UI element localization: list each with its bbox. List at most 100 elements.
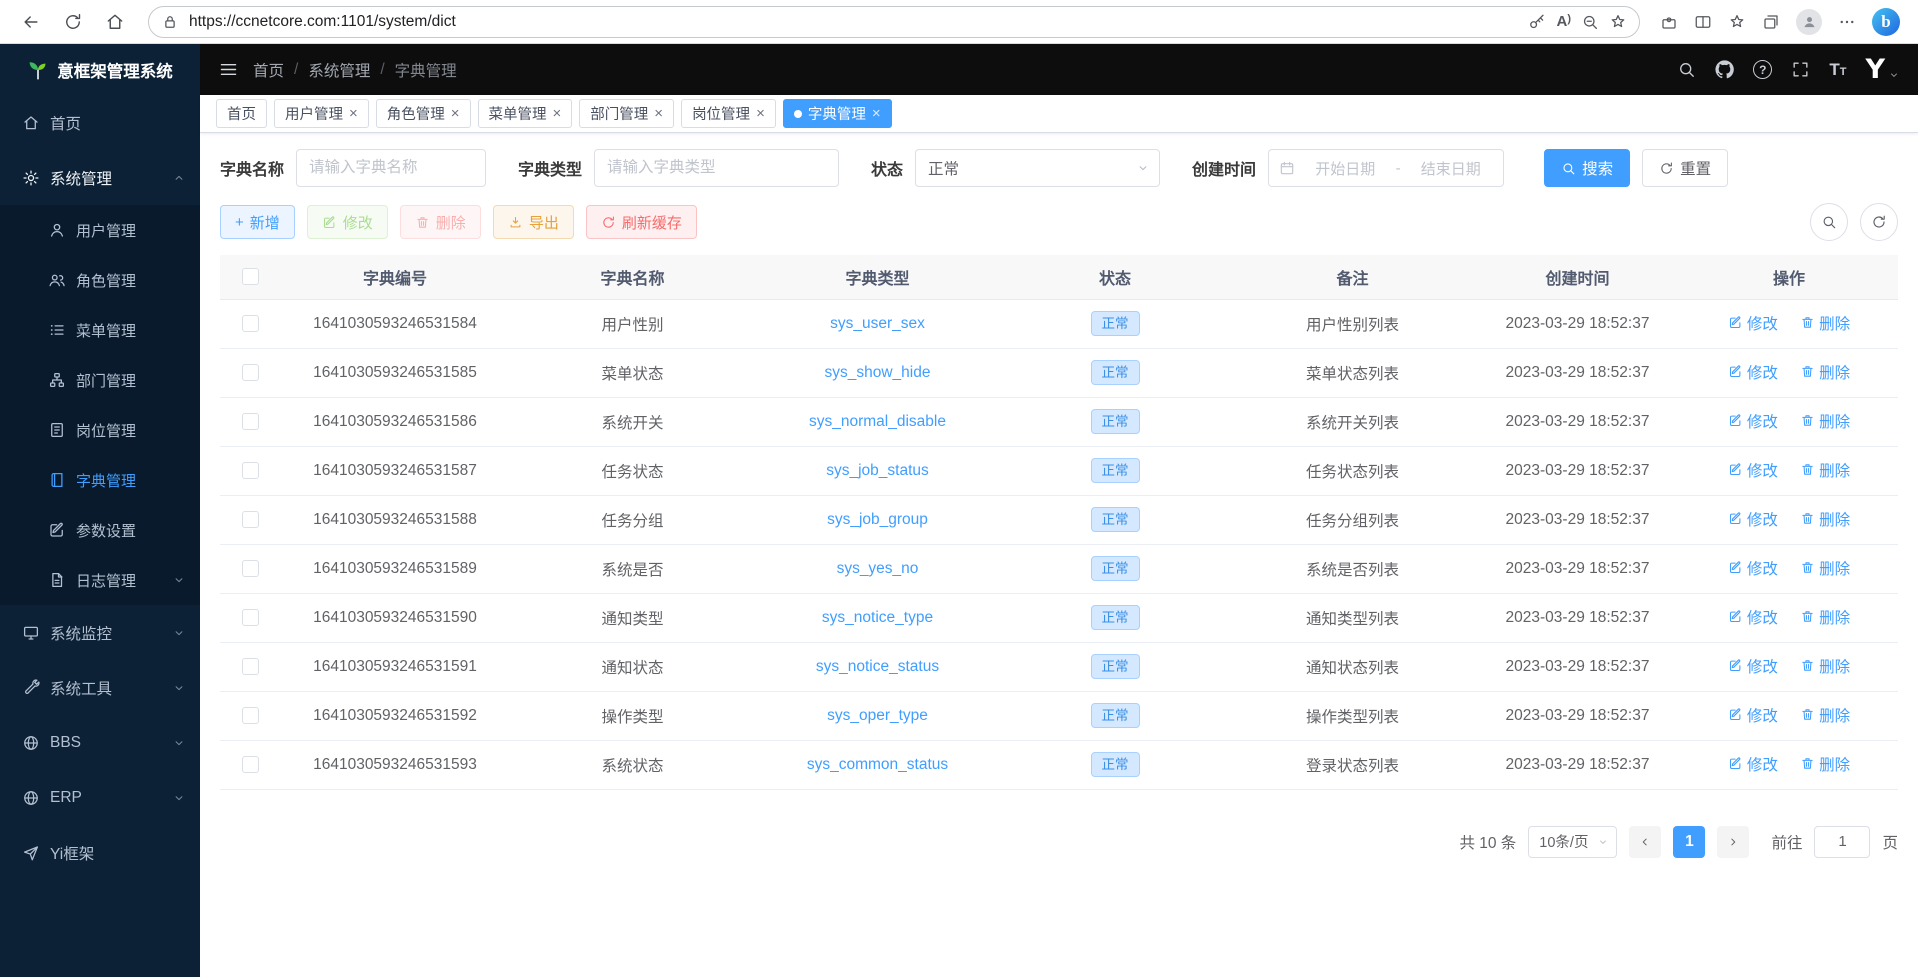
sidebar-item-system-tools[interactable]: 系统工具 — [0, 660, 200, 715]
browser-refresh-button[interactable] — [56, 5, 90, 39]
row-checkbox[interactable] — [242, 511, 259, 528]
saved-password-key-icon[interactable] — [1528, 13, 1546, 31]
search-button[interactable]: 搜索 — [1544, 149, 1630, 187]
url-text[interactable]: https://ccnetcore.com:1101/system/dict — [189, 13, 1518, 31]
row-checkbox[interactable] — [242, 413, 259, 430]
select-all-checkbox[interactable] — [242, 268, 259, 285]
sidebar-toggle-hamburger-icon[interactable] — [218, 59, 239, 80]
row-checkbox[interactable] — [242, 707, 259, 724]
toggle-search-icon-button[interactable] — [1810, 203, 1848, 241]
edit-row-button[interactable]: 修改 — [1728, 459, 1778, 481]
delete-row-button[interactable]: 删除 — [1800, 410, 1850, 432]
sidebar-item-system-monitor[interactable]: 系统监控 — [0, 605, 200, 660]
add-button[interactable]: + 新增 — [220, 205, 295, 239]
dict-name-input[interactable] — [296, 149, 486, 187]
tab-close-icon[interactable]: × — [349, 106, 358, 121]
edit-row-button[interactable]: 修改 — [1728, 312, 1778, 334]
address-bar[interactable]: https://ccnetcore.com:1101/system/dict A… — [148, 6, 1640, 38]
read-aloud-icon[interactable]: A) — [1556, 13, 1571, 30]
browser-home-button[interactable] — [98, 5, 132, 39]
dict-type-link[interactable]: sys_notice_status — [816, 658, 939, 675]
row-checkbox[interactable] — [242, 658, 259, 675]
row-checkbox[interactable] — [242, 315, 259, 332]
delete-row-button[interactable]: 删除 — [1800, 459, 1850, 481]
delete-row-button[interactable]: 删除 — [1800, 655, 1850, 677]
tab-close-icon[interactable]: × — [654, 106, 663, 121]
user-avatar-menu[interactable]: Y — [1865, 56, 1900, 83]
delete-row-button[interactable]: 删除 — [1800, 557, 1850, 579]
current-page[interactable]: 1 — [1673, 826, 1705, 858]
row-checkbox[interactable] — [242, 560, 259, 577]
date-range-picker[interactable]: 开始日期 - 结束日期 — [1268, 149, 1504, 187]
sidebar-item-role-management[interactable]: 角色管理 — [0, 255, 200, 305]
refresh-cache-button[interactable]: 刷新缓存 — [586, 205, 697, 239]
status-select[interactable]: 正常 — [915, 149, 1160, 187]
edit-row-button[interactable]: 修改 — [1728, 361, 1778, 383]
delete-row-button[interactable]: 删除 — [1800, 606, 1850, 628]
sidebar-item-dept-management[interactable]: 部门管理 — [0, 355, 200, 405]
extensions-icon[interactable] — [1660, 13, 1678, 31]
edit-row-button[interactable]: 修改 — [1728, 655, 1778, 677]
tab-dict-management[interactable]: 字典管理× — [783, 99, 892, 128]
edit-row-button[interactable]: 修改 — [1728, 410, 1778, 432]
dict-type-link[interactable]: sys_yes_no — [837, 560, 919, 577]
bing-copilot-icon[interactable]: b — [1872, 8, 1900, 36]
sidebar-item-dict-management[interactable]: 字典管理 — [0, 455, 200, 505]
dict-type-link[interactable]: sys_show_hide — [825, 364, 931, 381]
sidebar-logo[interactable]: 意框架管理系统 — [0, 44, 200, 95]
delete-button[interactable]: 删除 — [400, 205, 481, 239]
sidebar-item-log-management[interactable]: 日志管理 — [0, 555, 200, 605]
edit-row-button[interactable]: 修改 — [1728, 753, 1778, 775]
tab-close-icon[interactable]: × — [756, 106, 765, 121]
tab-close-icon[interactable]: × — [451, 106, 460, 121]
reset-button[interactable]: 重置 — [1642, 149, 1728, 187]
tab-role-management[interactable]: 角色管理× — [376, 99, 471, 128]
refresh-table-icon-button[interactable] — [1860, 203, 1898, 241]
github-icon[interactable] — [1715, 60, 1734, 79]
sidebar-item-bbs[interactable]: BBS — [0, 715, 200, 770]
prev-page-button[interactable] — [1629, 826, 1661, 858]
tab-user-management[interactable]: 用户管理× — [274, 99, 369, 128]
delete-row-button[interactable]: 删除 — [1800, 361, 1850, 383]
sidebar-item-home[interactable]: 首页 — [0, 95, 200, 150]
dict-type-link[interactable]: sys_normal_disable — [809, 413, 946, 430]
sidebar-item-erp[interactable]: ERP — [0, 770, 200, 825]
tab-dept-management[interactable]: 部门管理× — [579, 99, 674, 128]
help-icon[interactable]: ? — [1753, 60, 1772, 79]
favorites-bar-icon[interactable] — [1728, 13, 1746, 31]
edit-row-button[interactable]: 修改 — [1728, 508, 1778, 530]
breadcrumb-system-management[interactable]: 系统管理 — [308, 59, 370, 81]
delete-row-button[interactable]: 删除 — [1800, 753, 1850, 775]
edit-row-button[interactable]: 修改 — [1728, 606, 1778, 628]
row-checkbox[interactable] — [242, 364, 259, 381]
collections-icon[interactable] — [1762, 13, 1780, 31]
edit-row-button[interactable]: 修改 — [1728, 557, 1778, 579]
goto-page-input[interactable] — [1814, 826, 1870, 858]
dict-type-link[interactable]: sys_user_sex — [830, 315, 925, 332]
row-checkbox[interactable] — [242, 609, 259, 626]
sidebar-item-menu-management[interactable]: 菜单管理 — [0, 305, 200, 355]
page-size-select[interactable]: 10条/页 — [1528, 826, 1617, 858]
edit-button[interactable]: 修改 — [307, 205, 388, 239]
sidebar-item-user-management[interactable]: 用户管理 — [0, 205, 200, 255]
sidebar-item-system-management[interactable]: 系统管理 — [0, 150, 200, 205]
dict-type-link[interactable]: sys_job_status — [826, 462, 929, 479]
delete-row-button[interactable]: 删除 — [1800, 312, 1850, 334]
dict-type-link[interactable]: sys_common_status — [807, 756, 948, 773]
zoom-out-icon[interactable] — [1581, 13, 1599, 31]
next-page-button[interactable] — [1717, 826, 1749, 858]
sidebar-item-yi-framework[interactable]: Yi框架 — [0, 825, 200, 880]
font-size-icon[interactable]: TT — [1829, 61, 1846, 78]
browser-profile-avatar[interactable] — [1796, 9, 1822, 35]
dict-type-link[interactable]: sys_oper_type — [827, 707, 928, 724]
dict-type-link[interactable]: sys_notice_type — [822, 609, 933, 626]
tab-menu-management[interactable]: 菜单管理× — [478, 99, 573, 128]
breadcrumb-home[interactable]: 首页 — [253, 59, 284, 81]
tab-post-management[interactable]: 岗位管理× — [681, 99, 776, 128]
sidebar-item-post-management[interactable]: 岗位管理 — [0, 405, 200, 455]
export-button[interactable]: 导出 — [493, 205, 574, 239]
browser-back-button[interactable] — [14, 5, 48, 39]
tab-close-icon[interactable]: × — [553, 106, 562, 121]
delete-row-button[interactable]: 删除 — [1800, 704, 1850, 726]
row-checkbox[interactable] — [242, 462, 259, 479]
